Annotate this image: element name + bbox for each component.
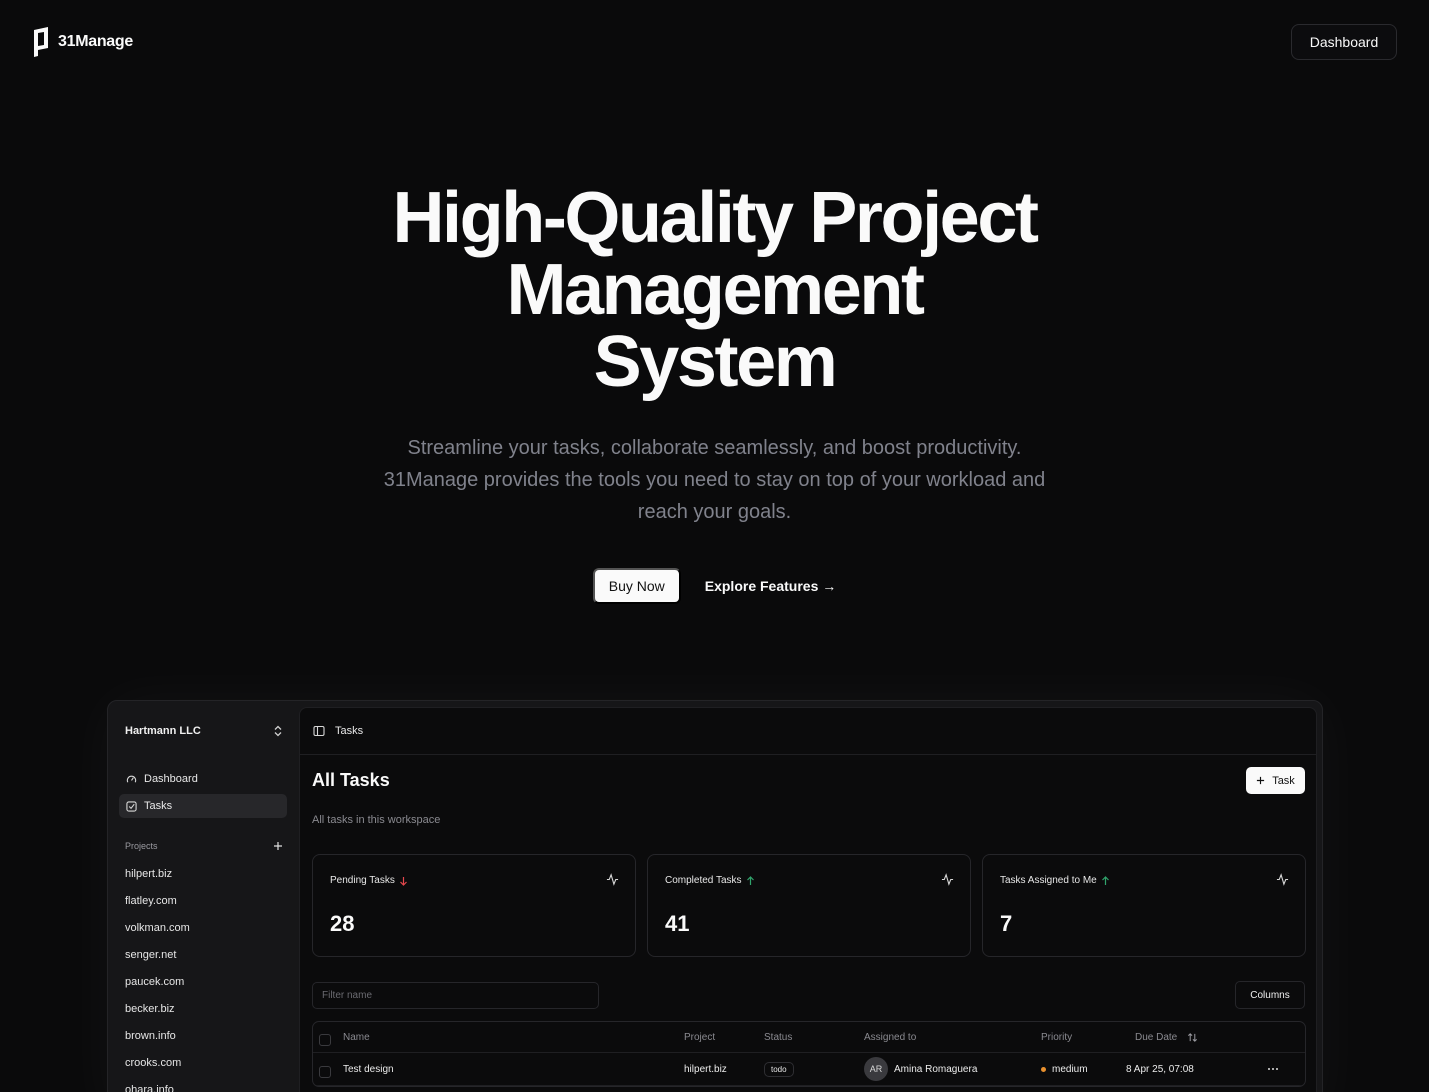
row-checkbox[interactable] xyxy=(319,1066,331,1078)
stat-card-assigned: Tasks Assigned to Me 7 xyxy=(982,854,1306,957)
sidebar-item-tasks[interactable]: Tasks xyxy=(119,794,287,818)
project-item[interactable]: hilpert.biz xyxy=(125,867,190,894)
plus-icon[interactable] xyxy=(273,841,283,851)
buy-now-button[interactable]: Buy Now xyxy=(592,568,681,604)
add-task-button[interactable]: Task xyxy=(1246,767,1305,794)
table-header-row: Name Project Status Assigned to Priority… xyxy=(313,1022,1305,1053)
sidebar-item-dashboard[interactable]: Dashboard xyxy=(119,767,287,791)
sidebar-item-label: Dashboard xyxy=(144,773,198,785)
arrow-up-icon xyxy=(746,875,754,885)
priority-label: medium xyxy=(1052,1063,1088,1075)
dashboard-button[interactable]: Dashboard xyxy=(1291,24,1397,60)
select-all-checkbox[interactable] xyxy=(319,1034,331,1046)
card-title-text: Pending Tasks xyxy=(330,875,395,886)
priority-dot-icon xyxy=(1041,1066,1046,1072)
brand-logo[interactable]: 31Manage xyxy=(32,26,133,58)
hero-title-line: Management xyxy=(506,250,924,330)
sidebar: Hartmann LLC Dashboard Tasks Projects hi… xyxy=(108,701,298,1092)
breadcrumb: Tasks xyxy=(300,708,1316,755)
column-header-name[interactable]: Name xyxy=(343,1022,370,1052)
project-item[interactable]: crooks.com xyxy=(125,1056,190,1083)
page-title: All Tasks xyxy=(312,770,390,790)
task-name[interactable]: Test design xyxy=(343,1053,394,1085)
card-title: Tasks Assigned to Me xyxy=(1000,875,1110,886)
avatar: AR xyxy=(864,1057,888,1081)
activity-icon xyxy=(606,873,619,886)
task-assignee-cell: AR Amina Romaguera xyxy=(864,1053,977,1085)
hero-subtitle: Streamline your tasks, collaborate seaml… xyxy=(383,437,1046,523)
gauge-icon xyxy=(126,775,137,783)
project-item[interactable]: paucek.com xyxy=(125,975,190,1002)
sidebar-toggle-icon[interactable] xyxy=(313,725,325,737)
projects-heading: Projects xyxy=(125,841,158,851)
chevrons-up-down-icon xyxy=(274,725,282,737)
arrow-up-icon xyxy=(1101,875,1109,885)
column-header-priority[interactable]: Priority xyxy=(1041,1022,1072,1052)
stat-card-pending: Pending Tasks 28 xyxy=(312,854,636,957)
hero-title: High-Quality Project Management System xyxy=(0,182,1429,398)
assignee-name: Amina Romaguera xyxy=(894,1063,978,1075)
project-item[interactable]: volkman.com xyxy=(125,921,190,948)
project-item[interactable]: flatley.com xyxy=(125,894,190,921)
project-item[interactable]: brown.info xyxy=(125,1029,190,1056)
task-project: hilpert.biz xyxy=(684,1063,727,1075)
card-title: Pending Tasks xyxy=(330,875,408,886)
cta-row: Buy Now Explore Features → xyxy=(0,568,1429,604)
explore-features-link[interactable]: Explore Features → xyxy=(705,578,837,594)
columns-button[interactable]: Columns xyxy=(1235,981,1305,1009)
breadcrumb-current: Tasks xyxy=(335,725,364,737)
plus-icon xyxy=(1257,776,1265,785)
row-select-cell xyxy=(319,1056,331,1086)
sort-icon[interactable] xyxy=(1187,1032,1198,1043)
card-value: 7 xyxy=(1000,911,1013,936)
task-priority-cell: medium xyxy=(1041,1053,1088,1085)
task-due-date: 8 Apr 25, 07:08 xyxy=(1126,1063,1194,1075)
project-item[interactable]: ohara.info xyxy=(125,1083,190,1092)
projects-header: Projects xyxy=(125,841,283,851)
checkbox-icon xyxy=(126,800,137,812)
projects-list: hilpert.biz flatley.com volkman.com seng… xyxy=(125,867,190,1092)
stat-card-completed: Completed Tasks 41 xyxy=(647,854,971,957)
column-header-status[interactable]: Status xyxy=(764,1022,792,1052)
hero-title-line: High-Quality Project xyxy=(392,178,1038,258)
activity-icon xyxy=(941,873,954,886)
brand-name: 31Manage xyxy=(58,33,133,50)
card-title: Completed Tasks xyxy=(665,875,755,886)
column-header-due-label: Due Date xyxy=(1135,1031,1178,1043)
workspace-name: Hartmann LLC xyxy=(125,725,201,737)
workspace-switcher[interactable]: Hartmann LLC xyxy=(125,725,283,737)
sidebar-item-label: Tasks xyxy=(144,800,173,812)
column-header-assigned[interactable]: Assigned to xyxy=(864,1022,916,1052)
main-panel: Tasks All Tasks Task All tasks in this w… xyxy=(299,707,1317,1092)
card-title-text: Tasks Assigned to Me xyxy=(1000,875,1097,886)
column-header-due[interactable]: Due Date xyxy=(1135,1022,1198,1052)
project-item[interactable]: becker.biz xyxy=(125,1002,190,1029)
arrow-down-icon xyxy=(399,876,407,886)
card-title-text: Completed Tasks xyxy=(665,875,742,886)
project-item[interactable]: senger.net xyxy=(125,948,190,975)
select-all-cell xyxy=(319,1025,331,1055)
add-task-label: Task xyxy=(1272,774,1295,787)
app-preview: Hartmann LLC Dashboard Tasks Projects hi… xyxy=(107,700,1323,1092)
hero-title-line: System xyxy=(593,322,838,402)
table-row[interactable]: Test design hilpert.biz todo AR Amina Ro… xyxy=(313,1053,1305,1086)
tasks-table: Name Project Status Assigned to Priority… xyxy=(312,1021,1306,1087)
logo-icon xyxy=(34,27,48,57)
card-value: 28 xyxy=(330,911,355,936)
filter-name-input[interactable] xyxy=(312,982,599,1009)
activity-icon xyxy=(1276,873,1289,886)
page-subtitle: All tasks in this workspace xyxy=(312,814,441,826)
row-actions-cell xyxy=(1267,1053,1279,1085)
more-horizontal-icon[interactable] xyxy=(1267,1067,1279,1071)
card-value: 41 xyxy=(665,911,690,936)
task-status-cell: todo xyxy=(764,1053,794,1085)
column-header-project[interactable]: Project xyxy=(684,1022,715,1052)
status-badge: todo xyxy=(764,1061,794,1077)
